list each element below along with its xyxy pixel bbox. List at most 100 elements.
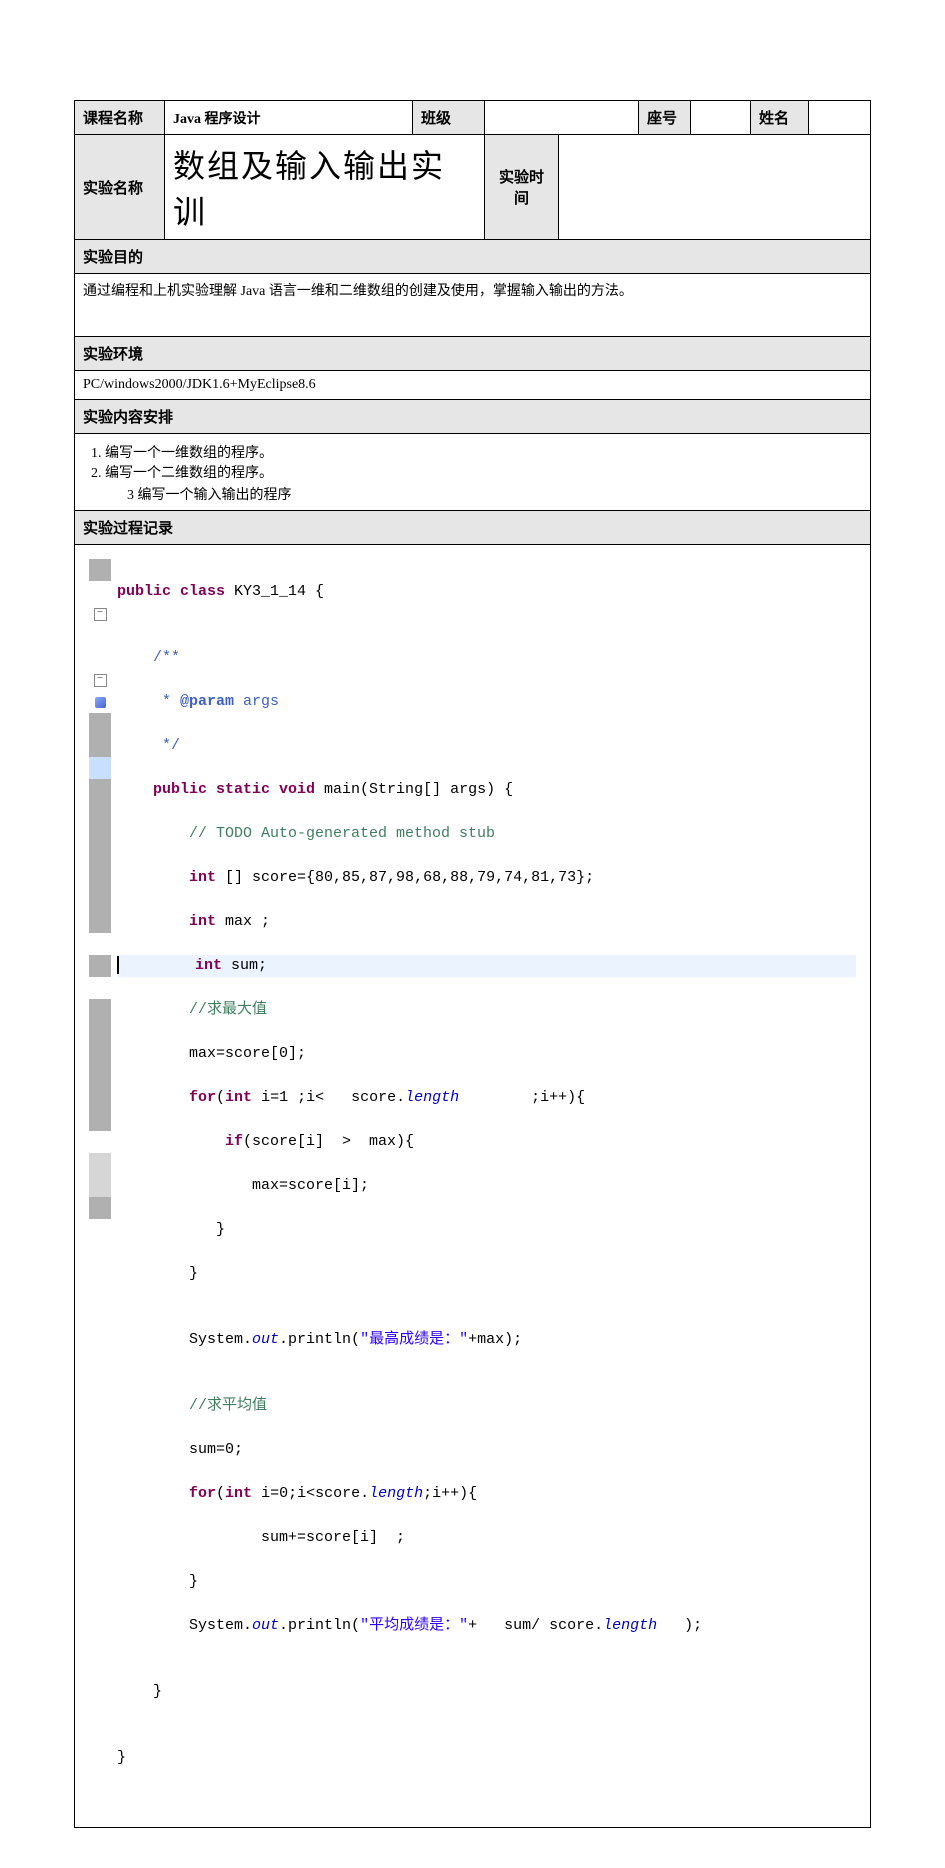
- keyword: for: [117, 1089, 216, 1106]
- code-text: [] score={80,85,87,98,68,88,79,74,81,73}…: [216, 869, 594, 886]
- field-ref: out: [252, 1331, 279, 1348]
- value-name: [809, 101, 871, 135]
- code-body[interactable]: public class KY3_1_14 { /** * @param arg…: [111, 559, 856, 1813]
- gutter-bar: [89, 1043, 111, 1065]
- gutter-bar: [89, 1021, 111, 1043]
- code-line: sum=0;: [117, 1439, 856, 1461]
- keyword: public: [117, 583, 171, 600]
- gutter-bar: [89, 735, 111, 757]
- code-text: (score[i] > max){: [243, 1133, 414, 1150]
- fold-icon[interactable]: −: [94, 608, 107, 621]
- value-exp-name: 数组及输入输出实训: [165, 135, 485, 240]
- gutter-bar: [89, 911, 111, 933]
- code-line: for(int i=1 ;i< score.length ;i++){: [117, 1087, 856, 1109]
- code-line: System.out.println("最高成绩是："+max);: [117, 1329, 856, 1351]
- gutter-bar: [89, 559, 111, 581]
- code-text: ;i++){: [459, 1089, 585, 1106]
- code-text: System.: [117, 1331, 252, 1348]
- code-text: +max);: [468, 1331, 522, 1348]
- text-goal: 通过编程和上机实验理解 Java 语言一维和二维数组的创建及使用，掌握输入输出的…: [75, 274, 871, 337]
- gutter-bar: [89, 713, 111, 735]
- annotation: @param: [180, 693, 234, 710]
- keyword: int: [225, 1089, 252, 1106]
- gutter-row: [89, 977, 111, 999]
- javadoc: /**: [117, 649, 180, 666]
- code-text: System.: [117, 1617, 252, 1634]
- gutter-row: [89, 625, 111, 647]
- fold-icon[interactable]: −: [94, 674, 107, 687]
- code-text: (: [216, 1089, 225, 1106]
- code-gutter: − −: [89, 559, 111, 1813]
- javadoc: *: [117, 693, 180, 710]
- comment: //求最大值: [117, 1001, 267, 1018]
- code-text: .println(: [279, 1617, 360, 1634]
- code-line: public static void main(String[] args) {: [117, 779, 856, 801]
- value-seat: [691, 101, 751, 135]
- code-editor: − −: [75, 545, 870, 1827]
- keyword: int: [117, 869, 216, 886]
- gutter-bar: [89, 867, 111, 889]
- field-ref: length: [369, 1485, 423, 1502]
- gutter-bar: [89, 955, 111, 977]
- gutter-bar: [89, 823, 111, 845]
- code-text: + sum/ score.: [468, 1617, 603, 1634]
- value-exp-time: [559, 135, 871, 240]
- code-line-active: int sum;: [117, 955, 856, 977]
- keyword: for: [117, 1485, 216, 1502]
- code-line: // TODO Auto-generated method stub: [117, 823, 856, 845]
- javadoc: */: [117, 737, 180, 754]
- code-line: }: [117, 1747, 856, 1769]
- gutter-warn: [89, 691, 111, 713]
- label-seat: 座号: [639, 101, 691, 135]
- gutter-bar: [89, 779, 111, 801]
- gutter-bar: [89, 999, 111, 1021]
- value-class: [485, 101, 639, 135]
- gutter-bar: [89, 1175, 111, 1197]
- document-page: 课程名称 Java 程序设计 班级 座号 姓名 实验名称 数组及输入输出实训 实…: [0, 0, 945, 1868]
- code-text: );: [657, 1617, 702, 1634]
- gutter-row: [89, 581, 111, 603]
- gutter-bar: [89, 1109, 111, 1131]
- keyword: if: [117, 1133, 243, 1150]
- code-line: int [] score={80,85,87,98,68,88,79,74,81…: [117, 867, 856, 889]
- code-line: /**: [117, 647, 856, 669]
- code-text: KY3_1_14 {: [225, 583, 324, 600]
- label-course-name: 课程名称: [75, 101, 165, 135]
- code-cell: − −: [75, 545, 871, 1828]
- field-ref: out: [252, 1617, 279, 1634]
- code-line: int max ;: [117, 911, 856, 933]
- keyword: static: [207, 781, 270, 798]
- field-ref: length: [405, 1089, 459, 1106]
- gutter-fold: −: [89, 669, 111, 691]
- header-env: 实验环境: [75, 337, 871, 371]
- code-text: ;i++){: [423, 1485, 477, 1502]
- code-line: //求最大值: [117, 999, 856, 1021]
- code-text: i=1 ;i< score.: [252, 1089, 405, 1106]
- label-name: 姓名: [751, 101, 809, 135]
- list-item-3: 3 编写一个输入输出的程序: [127, 484, 862, 504]
- gutter-row: [89, 933, 111, 955]
- gutter-row: [89, 1131, 111, 1153]
- gutter-bar: [89, 889, 111, 911]
- code-line: if(score[i] > max){: [117, 1131, 856, 1153]
- code-text: i=0;i<score.: [252, 1485, 369, 1502]
- row-experiment: 实验名称 数组及输入输出实训 实验时间: [75, 135, 871, 240]
- code-line: //求平均值: [117, 1395, 856, 1417]
- gutter-bar: [89, 1153, 111, 1175]
- code-line: for(int i=0;i<score.length;i++){: [117, 1483, 856, 1505]
- javadoc: args: [234, 693, 279, 710]
- list-item: 编写一个二维数组的程序。: [105, 462, 862, 482]
- code-line: * @param args: [117, 691, 856, 713]
- code-line: max=score[0];: [117, 1043, 856, 1065]
- keyword: public: [117, 781, 207, 798]
- gutter-fold: −: [89, 603, 111, 625]
- label-exp-name: 实验名称: [75, 135, 165, 240]
- list-item: 编写一个一维数组的程序。: [105, 442, 862, 462]
- text-env: PC/windows2000/JDK1.6+MyEclipse8.6: [75, 371, 871, 400]
- gutter-bar: [89, 845, 111, 867]
- gutter-bar: [89, 757, 111, 779]
- gutter-bar: [89, 1087, 111, 1109]
- code-text: .println(: [279, 1331, 360, 1348]
- comment: // TODO Auto-generated method stub: [117, 825, 495, 842]
- warning-icon: [95, 697, 106, 708]
